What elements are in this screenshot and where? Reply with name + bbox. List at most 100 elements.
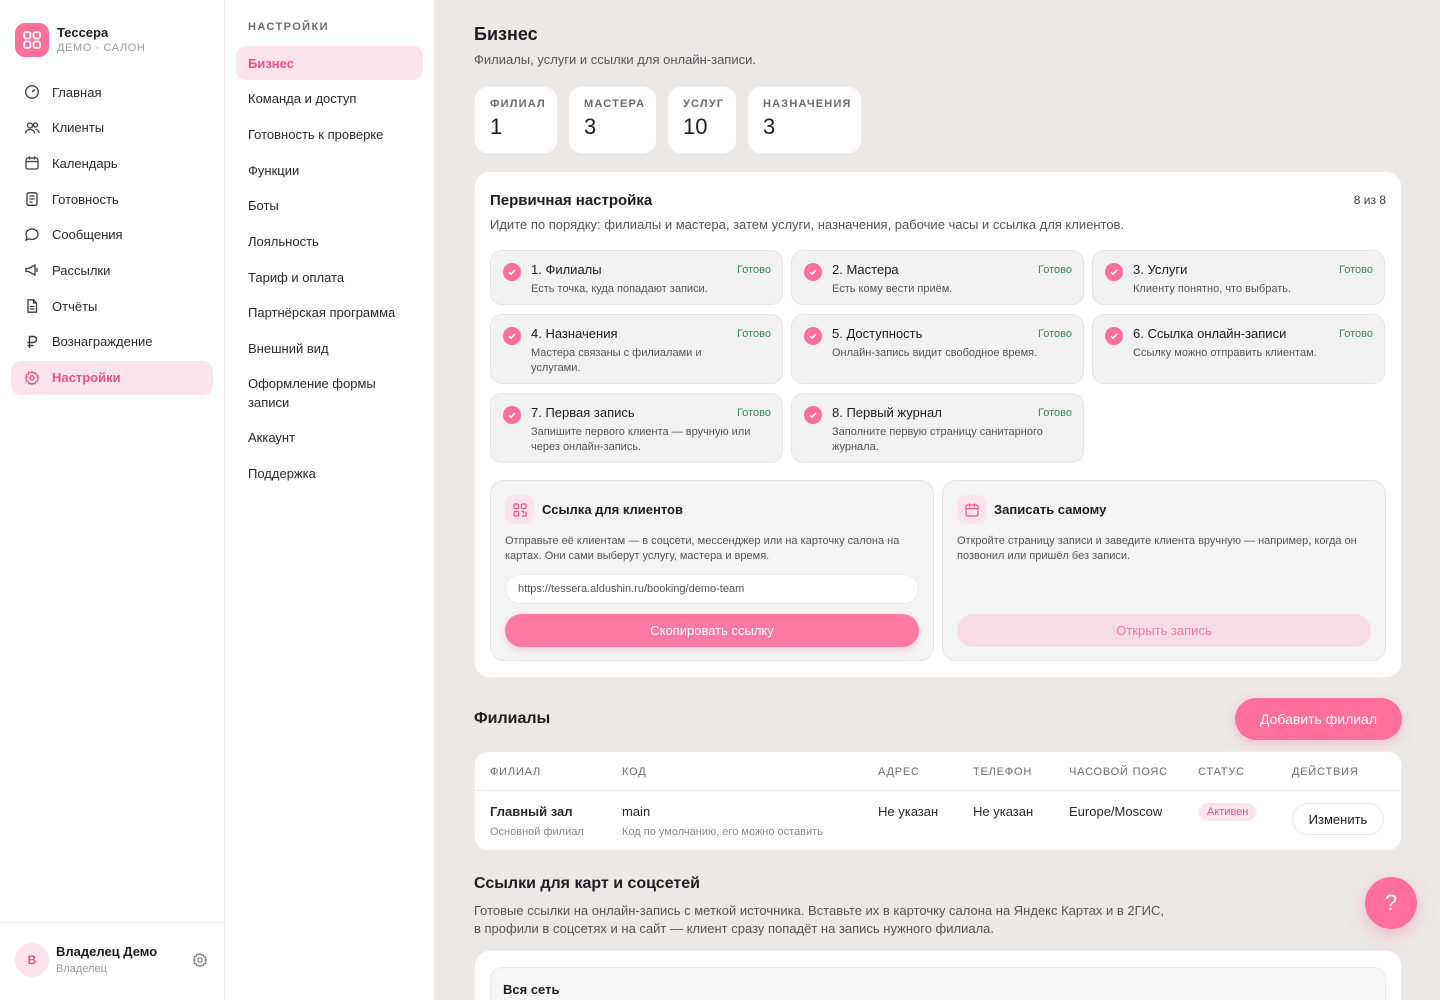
edit-branch-button[interactable]: Изменить <box>1292 803 1384 835</box>
dashboard-icon <box>25 85 39 99</box>
subnav-item-features[interactable]: Функции <box>236 153 423 187</box>
check-icon <box>804 263 822 281</box>
client-link-card: Ссылка для клиентов Отправьте её клиента… <box>490 480 934 661</box>
column-header: ФИЛИАЛ <box>490 766 541 778</box>
column-header: СТАТУС <box>1198 766 1245 778</box>
subnav-item-loyalty[interactable]: Лояльность <box>236 224 423 258</box>
stat-value: 3 <box>584 114 597 139</box>
stat-value: 3 <box>763 114 776 139</box>
copy-link-button[interactable]: Скопировать ссылку <box>505 614 919 647</box>
nav-item-mailings[interactable]: Рассылки <box>11 253 213 287</box>
page-title: Бизнес <box>474 24 538 44</box>
setup-progress-count: 8 из 8 <box>1353 193 1386 207</box>
subnav-item-support[interactable]: Поддержка <box>236 457 423 491</box>
links-title: Ссылки для карт и соцсетей <box>474 875 700 892</box>
nav-item-messages[interactable]: Сообщения <box>11 218 213 252</box>
column-header: ДЕЙСТВИЯ <box>1292 766 1359 778</box>
branch-code-sub: Код по умолчанию, его можно оставить <box>622 826 823 838</box>
step-status: Готово <box>1339 328 1373 340</box>
user-panel: В Владелец Демо Владелец <box>0 922 224 1000</box>
subnav-item-partners[interactable]: Партнёрская программа <box>236 296 423 330</box>
subnav-list: Бизнес Команда и доступ Готовность к про… <box>236 46 423 492</box>
setup-step[interactable]: 8. Первый журнал Готово Заполните первую… <box>791 393 1084 463</box>
nav-item-calendar[interactable]: Календарь <box>11 146 213 180</box>
calendar-icon <box>957 495 986 524</box>
step-title: 7. Первая запись <box>531 405 635 420</box>
check-icon <box>1105 327 1123 345</box>
megaphone-icon <box>25 264 38 277</box>
setup-step[interactable]: 5. Доступность Готово Онлайн-запись види… <box>791 314 1084 384</box>
brand[interactable]: Тессера ДЕМО · САЛОН <box>15 23 145 57</box>
subnav-item-appearance[interactable]: Внешний вид <box>236 332 423 366</box>
branches-title: Филиалы <box>474 710 551 727</box>
step-title: 4. Назначения <box>531 326 618 341</box>
check-icon <box>1105 263 1123 281</box>
links-subtitle: Готовые ссылки на онлайн-запись с меткой… <box>474 903 1165 936</box>
settings-subnav: НАСТРОЙКИ Бизнес Команда и доступ Готовн… <box>225 0 435 1000</box>
subnav-item-booking-form[interactable]: Оформление формы записи <box>236 367 423 419</box>
step-status: Готово <box>1339 264 1373 276</box>
links-group: Вся сеть <box>490 967 1386 1000</box>
setup-step[interactable]: 1. Филиалы Готово Есть точка, куда попад… <box>490 250 783 305</box>
check-icon <box>804 406 822 424</box>
setup-step[interactable]: 6. Ссылка онлайн-записи Готово Ссылку мо… <box>1092 314 1385 384</box>
subnav-item-business[interactable]: Бизнес <box>236 46 423 80</box>
setup-title: Первичная настройка <box>490 192 653 209</box>
setup-step[interactable]: 7. Первая запись Готово Запишите первого… <box>490 393 783 463</box>
nav-item-reports[interactable]: Отчёты <box>11 289 213 323</box>
calendar-icon <box>25 156 39 171</box>
setup-step[interactable]: 2. Мастера Готово Есть кому вести приём. <box>791 250 1084 305</box>
nav-item-label: Сообщения <box>52 227 123 243</box>
links-group-title: Вся сеть <box>503 982 560 997</box>
nav-item-home[interactable]: Главная <box>11 75 213 109</box>
subnav-item-team[interactable]: Команда и доступ <box>236 82 423 116</box>
add-branch-button[interactable]: Добавить филиал <box>1235 698 1402 740</box>
help-button[interactable]: ? <box>1365 877 1417 929</box>
step-status: Готово <box>737 328 771 340</box>
open-booking-button[interactable]: Открыть запись <box>957 614 1371 647</box>
setup-step[interactable]: 3. Услуги Готово Клиенту понятно, что вы… <box>1092 250 1385 305</box>
main-content: Бизнес Филиалы, услуги и ссылки для онла… <box>435 0 1440 1000</box>
user-settings-gear-icon[interactable] <box>192 952 208 968</box>
nav-item-label: Готовность <box>52 191 119 207</box>
branch-timezone: Europe/Moscow <box>1069 804 1163 819</box>
client-link-text: Отправьте её клиентам — в соцсети, мессе… <box>505 535 900 562</box>
qr-code-icon <box>505 495 534 524</box>
subnav-item-bots[interactable]: Боты <box>236 189 423 223</box>
column-header: КОД <box>622 766 647 778</box>
subnav-item-account[interactable]: Аккаунт <box>236 421 423 455</box>
branches-table: ФИЛИАЛ КОД АДРЕС ТЕЛЕФОН ЧАСОВОЙ ПОЯС СТ… <box>474 751 1402 851</box>
nav-item-settings[interactable]: Настройки <box>11 360 213 395</box>
nav-item-rewards[interactable]: Вознаграждение <box>11 325 213 359</box>
step-status: Готово <box>1038 407 1072 419</box>
step-status: Готово <box>1038 264 1072 276</box>
initial-setup-card: Первичная настройка 8 из 8 Идите по поря… <box>474 171 1402 678</box>
stat-value: 1 <box>490 114 503 139</box>
booking-link-field[interactable]: https://tessera.aldushin.ru/booking/demo… <box>505 574 919 604</box>
step-description: Онлайн-запись видит свободное время. <box>832 347 1038 359</box>
nav-item-readiness[interactable]: Готовность <box>11 182 213 216</box>
brand-subtitle: ДЕМО · САЛОН <box>57 42 146 54</box>
setup-step[interactable]: 4. Назначения Готово Мастера связаны с ф… <box>490 314 783 384</box>
brand-logo-icon <box>15 23 49 57</box>
page-subtitle: Филиалы, услуги и ссылки для онлайн-запи… <box>474 52 756 67</box>
check-icon <box>503 406 521 424</box>
step-title: 8. Первый журнал <box>832 405 942 420</box>
subnav-item-review-readiness[interactable]: Готовность к проверке <box>236 117 423 151</box>
step-title: 5. Доступность <box>832 326 923 341</box>
user-name: Владелец Демо <box>56 944 158 959</box>
subnav-title: НАСТРОЙКИ <box>248 21 329 33</box>
step-description: Заполните первую страницу санитарного жу… <box>832 426 1043 453</box>
report-icon <box>27 299 38 313</box>
step-description: Есть точка, куда попадают записи. <box>531 283 708 295</box>
nav-item-clients[interactable]: Клиенты <box>11 111 213 145</box>
step-status: Готово <box>737 407 771 419</box>
step-status: Готово <box>737 264 771 276</box>
avatar[interactable]: В <box>15 943 49 977</box>
step-title: 6. Ссылка онлайн-записи <box>1133 326 1287 341</box>
self-book-title: Записать самому <box>994 502 1107 517</box>
column-header: ТЕЛЕФОН <box>973 766 1033 778</box>
ruble-icon <box>27 335 38 348</box>
subnav-item-billing[interactable]: Тариф и оплата <box>236 260 423 294</box>
branch-code: main <box>622 804 651 819</box>
